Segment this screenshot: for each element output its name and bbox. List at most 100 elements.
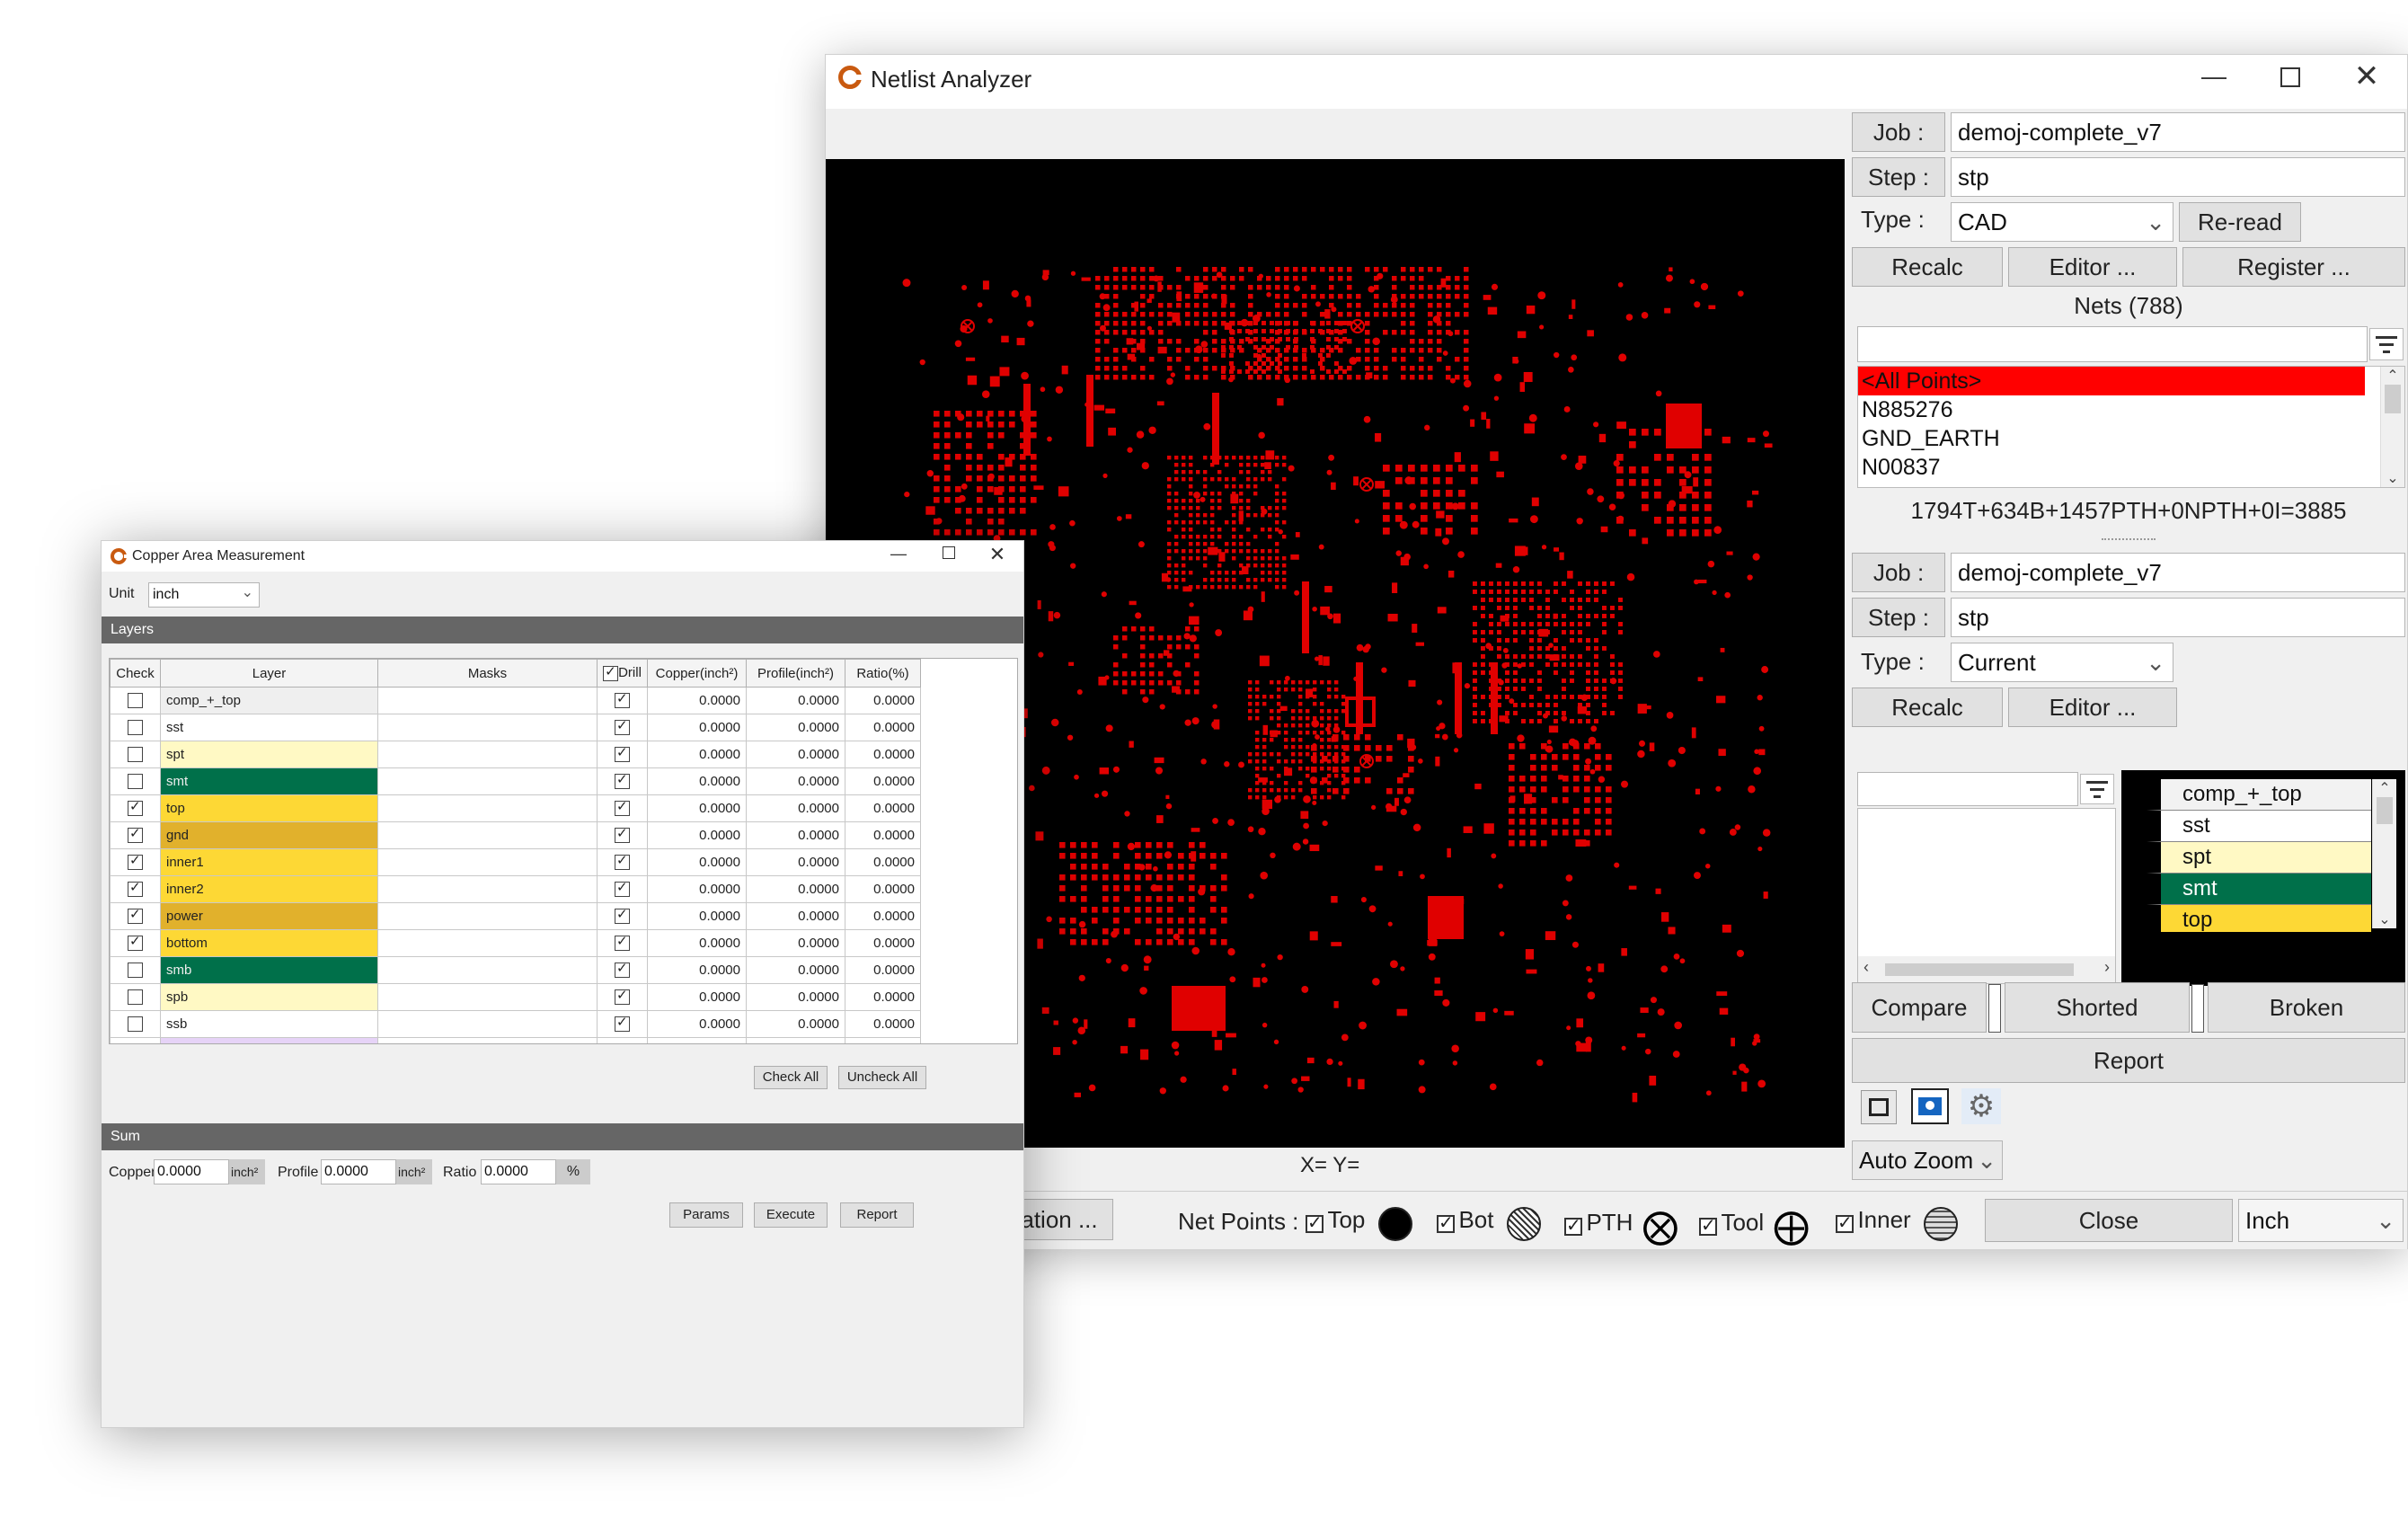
col-ratio[interactable]: Ratio(%) [845, 659, 921, 688]
table-row[interactable]: bottom0.00000.00000.0000 [110, 929, 921, 957]
copper-sum-field[interactable]: 0.0000 [154, 1159, 229, 1184]
checkbox-pth[interactable] [1564, 1214, 1582, 1237]
fit-view-icon[interactable] [1861, 1090, 1897, 1124]
table-row[interactable]: sst0.00000.00000.0000 [110, 714, 921, 741]
drill-cell[interactable] [597, 821, 648, 849]
snapshot-icon[interactable] [1911, 1088, 1949, 1124]
layer-list-item[interactable]: smt [2147, 874, 2371, 905]
ratio-sum-field[interactable]: 0.0000 [481, 1159, 556, 1184]
row-checkbox[interactable] [128, 963, 143, 979]
row-check-cell[interactable] [110, 956, 161, 984]
register-button[interactable]: Register ... [2182, 247, 2405, 287]
row-check-cell[interactable] [110, 848, 161, 876]
layer-list-item[interactable]: spt [2147, 842, 2371, 874]
table-row[interactable]: ssb0.00000.00000.0000 [110, 1010, 921, 1038]
row-checkbox[interactable] [128, 852, 143, 871]
step-field[interactable]: stp [1951, 157, 2405, 197]
masks-cell[interactable] [377, 794, 598, 822]
table-row[interactable]: comp_+_top0.00000.00000.0000 [110, 687, 921, 714]
close-button[interactable]: Close [1985, 1199, 2233, 1242]
drill-cell[interactable] [597, 875, 648, 903]
checkbox-tool[interactable] [1699, 1214, 1717, 1237]
masks-cell[interactable] [377, 875, 598, 903]
drill-checkbox[interactable] [615, 1014, 630, 1033]
editor-button[interactable]: Editor ... [2008, 247, 2177, 287]
job-field[interactable]: demoj-complete_v7 [1951, 112, 2405, 152]
unit-select[interactable]: inch ⌄ [148, 582, 260, 608]
layer-filter-input[interactable] [1857, 772, 2078, 806]
drill-cell[interactable] [597, 1037, 648, 1043]
drill-checkbox[interactable] [615, 744, 630, 763]
row-check-cell[interactable] [110, 983, 161, 1011]
type-select-2[interactable]: Current ⌄ [1951, 643, 2173, 682]
drill-checkbox[interactable] [615, 879, 630, 898]
masks-cell[interactable] [377, 1037, 598, 1043]
drill-cell[interactable] [597, 848, 648, 876]
close-icon[interactable]: ✕ [2344, 58, 2389, 94]
layer-color-list[interactable]: comp_+_top sst spt smt top ⌃ ⌄ [2121, 770, 2405, 986]
uncheck-all-button[interactable]: Uncheck All [838, 1066, 926, 1089]
check-pth[interactable]: PTH ⨂ [1564, 1206, 1678, 1247]
drill-header-checkbox[interactable] [603, 663, 619, 681]
drill-cell[interactable] [597, 983, 648, 1011]
masks-cell[interactable] [377, 848, 598, 876]
drill-checkbox[interactable] [615, 798, 630, 817]
drill-checkbox[interactable] [615, 906, 630, 925]
drill-cell[interactable] [597, 1010, 648, 1038]
drill-checkbox[interactable] [615, 852, 630, 871]
broken-button[interactable]: Broken [2208, 982, 2405, 1033]
close-icon[interactable]: ✕ [984, 543, 1011, 566]
settings-gears-icon[interactable]: ⚙ [1961, 1088, 2001, 1124]
params-button[interactable]: Params [669, 1202, 743, 1228]
row-check-cell[interactable] [110, 902, 161, 930]
row-checkbox[interactable] [128, 747, 143, 763]
check-inner[interactable]: Inner [1836, 1206, 1959, 1241]
row-check-cell[interactable] [110, 714, 161, 741]
masks-cell[interactable] [377, 821, 598, 849]
table-row[interactable]: spt0.00000.00000.0000 [110, 741, 921, 768]
report-button[interactable]: Report [1852, 1038, 2405, 1083]
check-top[interactable]: Top [1306, 1206, 1412, 1241]
col-copper[interactable]: Copper(inch²) [647, 659, 747, 688]
drill-checkbox[interactable] [616, 1041, 628, 1043]
reread-button[interactable]: Re-read [2179, 202, 2301, 242]
recalc-button-2[interactable]: Recalc [1852, 688, 2003, 727]
unit-select[interactable]: Inch ⌄ [2238, 1199, 2404, 1242]
drill-cell[interactable] [597, 741, 648, 768]
check-all-button[interactable]: Check All [754, 1066, 828, 1089]
layer-list-item[interactable]: top [2147, 905, 2371, 932]
row-checkbox[interactable] [128, 906, 143, 925]
nets-scrollbar[interactable]: ⌃ ⌄ [2380, 367, 2404, 487]
row-check-cell[interactable] [110, 1010, 161, 1038]
net-list-item[interactable]: N885276 [1858, 395, 2365, 424]
drill-checkbox[interactable] [615, 933, 630, 952]
drill-cell[interactable] [597, 767, 648, 795]
drill-cell[interactable] [597, 956, 648, 984]
row-checkbox[interactable] [128, 933, 143, 952]
drill-cell[interactable] [597, 687, 648, 714]
report-button[interactable]: Report [840, 1202, 914, 1228]
row-check-cell[interactable] [110, 875, 161, 903]
masks-cell[interactable] [377, 714, 598, 741]
net-list-item[interactable]: <All Points> [1858, 367, 2365, 395]
row-checkbox[interactable] [128, 1043, 143, 1044]
drill-checkbox[interactable] [615, 825, 630, 844]
row-checkbox[interactable] [128, 1016, 143, 1033]
net-list-item[interactable]: N00837 [1858, 453, 2365, 482]
layer-list-scrollbar[interactable]: ⌃ ⌄ [2372, 779, 2396, 928]
minimize-icon[interactable]: — [885, 545, 912, 563]
layer-filter-list[interactable]: ‹ › [1857, 808, 2116, 984]
row-checkbox[interactable] [128, 879, 143, 898]
step-field-2[interactable]: stp [1951, 598, 2405, 637]
masks-cell[interactable] [377, 767, 598, 795]
row-checkbox[interactable] [128, 693, 143, 709]
profile-sum-field[interactable]: 0.0000 [321, 1159, 396, 1184]
auto-zoom-select[interactable]: Auto Zoom ⌄ [1852, 1140, 2003, 1180]
masks-cell[interactable] [377, 687, 598, 714]
row-check-cell[interactable] [110, 687, 161, 714]
editor-button-2[interactable]: Editor ... [2008, 688, 2177, 727]
masks-cell[interactable] [377, 956, 598, 984]
masks-cell[interactable] [377, 929, 598, 957]
masks-cell[interactable] [377, 983, 598, 1011]
row-check-cell[interactable] [110, 821, 161, 849]
